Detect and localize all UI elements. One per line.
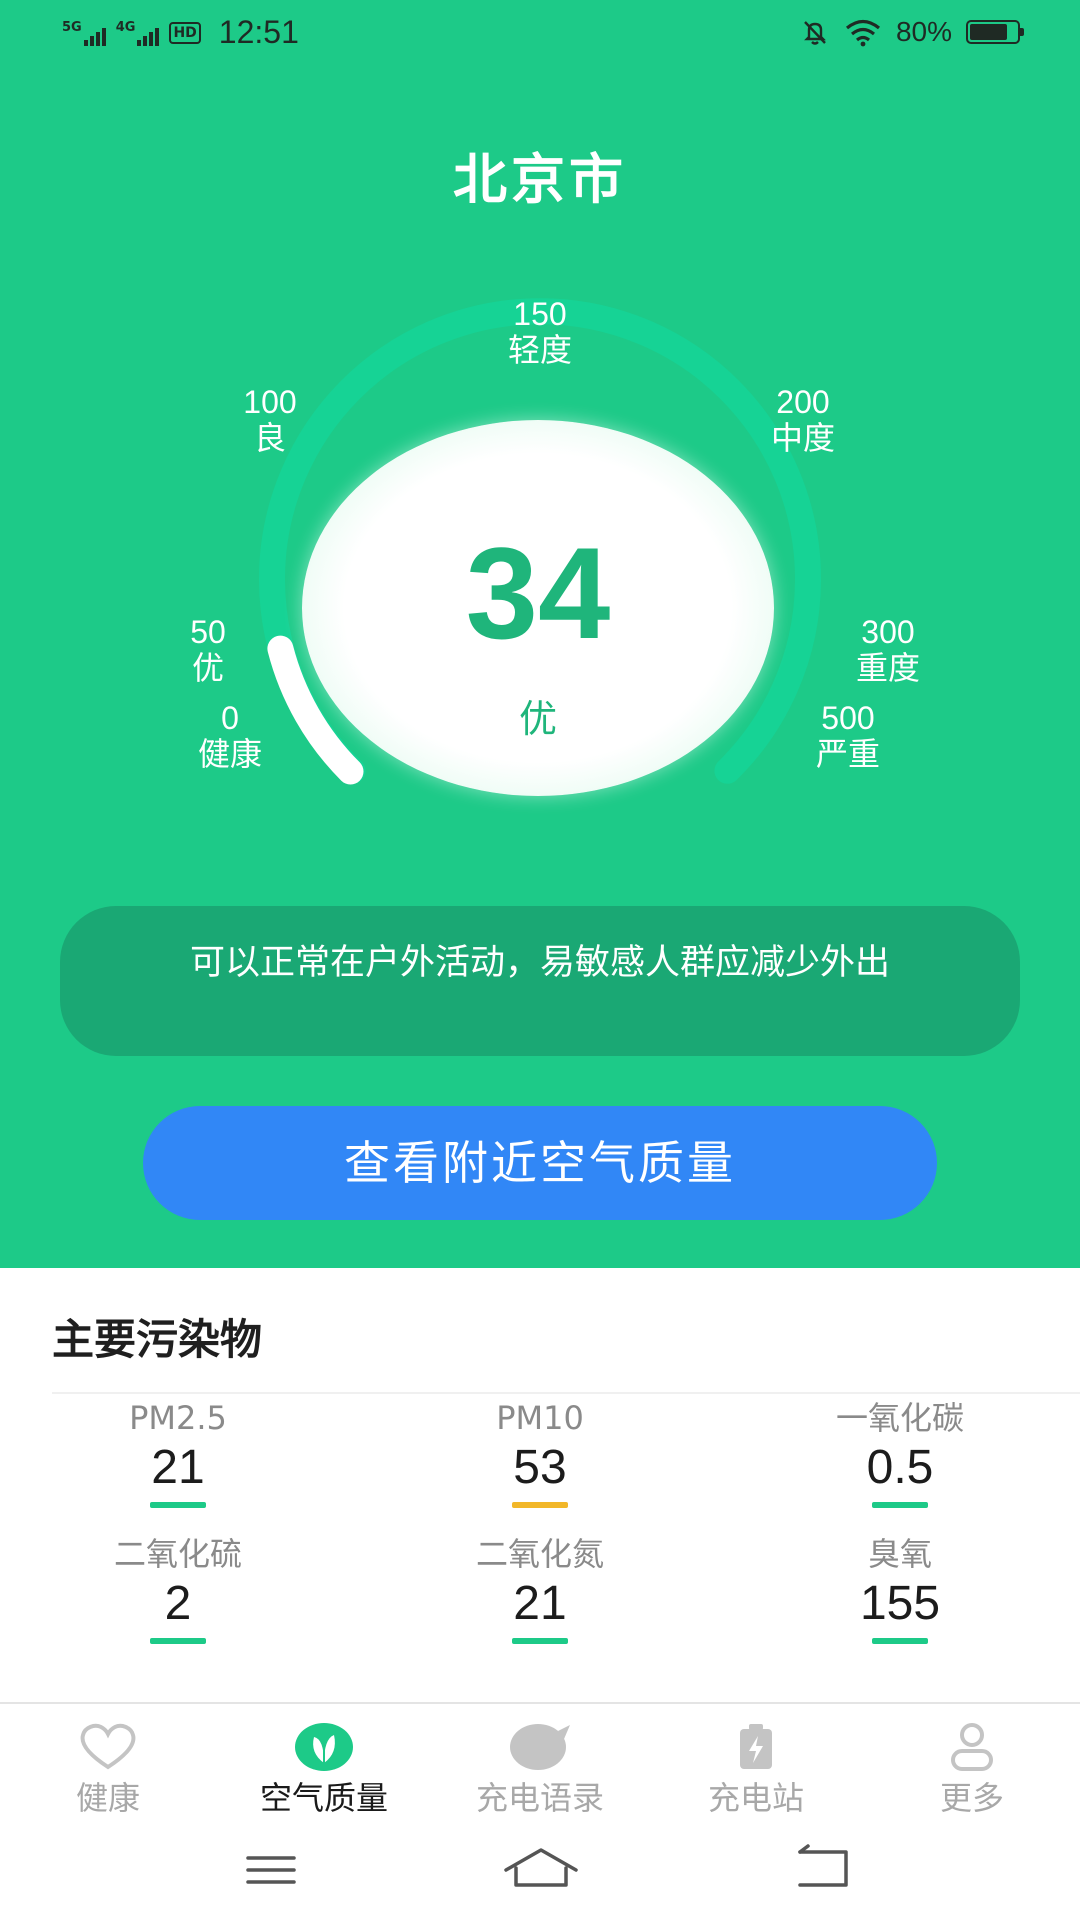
pollutant-pm25: PM2.5 21	[28, 1398, 328, 1508]
tab-charging-quotes[interactable]: 充电语录	[450, 1718, 630, 1818]
divider	[52, 1392, 1080, 1394]
view-nearby-air-quality-button[interactable]: 查看附近空气质量	[143, 1106, 937, 1220]
pollutant-name: 臭氧	[867, 1535, 932, 1573]
pollutant-value: 21	[513, 1577, 567, 1630]
pollutant-o3: 臭氧 155	[750, 1534, 1050, 1644]
pollutant-bar	[150, 1638, 206, 1644]
home-icon[interactable]	[504, 1848, 578, 1887]
back-icon[interactable]	[798, 1844, 848, 1887]
pollutant-bar	[872, 1502, 928, 1508]
pollutant-so2: 二氧化硫 2	[28, 1534, 328, 1644]
tab-more[interactable]: 更多	[882, 1718, 1062, 1818]
gauge-tick-200: 200 中度	[770, 384, 835, 456]
gauge-tick-500: 500 严重	[815, 700, 880, 772]
pollutant-bar	[512, 1502, 568, 1508]
pollutant-co: 一氧化碳 0.5	[750, 1398, 1050, 1508]
menu-icon[interactable]	[246, 1856, 296, 1884]
gauge-tick-150: 150 轻度	[507, 296, 572, 368]
user-icon	[951, 1723, 993, 1771]
health-advice: 可以正常在户外活动，易敏感人群应减少外出	[60, 906, 1020, 1056]
gauge-tick-300: 300 重度	[855, 614, 920, 686]
tab-health[interactable]: 健康	[18, 1718, 198, 1818]
tab-label: 健康	[75, 1779, 140, 1817]
pollutant-value: 2	[164, 1577, 192, 1630]
gauge-tick-0: 0 健康	[197, 700, 262, 772]
leaf-icon	[295, 1723, 353, 1771]
pollutant-value: 0.5	[866, 1441, 934, 1494]
pollutant-bar	[150, 1502, 206, 1508]
heart-icon	[80, 1723, 136, 1770]
tabbar-divider	[0, 1702, 1080, 1704]
pollutant-name: PM2.5	[129, 1399, 227, 1437]
pollutant-name: 二氧化氮	[475, 1535, 604, 1573]
tab-label: 更多	[939, 1779, 1004, 1817]
pollutant-pm10: PM10 53	[390, 1398, 690, 1508]
tab-charging-station[interactable]: 充电站	[666, 1718, 846, 1818]
aqi-value: 34	[465, 520, 611, 666]
pollutant-name: PM10	[496, 1399, 584, 1437]
pollutant-bar	[872, 1638, 928, 1644]
pollutant-value: 21	[151, 1441, 205, 1494]
pollutant-value: 155	[859, 1577, 941, 1630]
tab-label: 充电站	[707, 1779, 804, 1817]
pollutant-no2: 二氧化氮 21	[390, 1534, 690, 1644]
gauge-tick-100: 100 良	[243, 384, 297, 456]
tab-label: 充电语录	[475, 1779, 604, 1817]
system-nav-bar	[0, 1830, 1080, 1920]
pollutant-bar	[512, 1638, 568, 1644]
pollutant-name: 二氧化硫	[113, 1535, 242, 1573]
chat-bubble-icon	[510, 1724, 570, 1770]
gauge-tick-50: 50 优	[190, 614, 226, 686]
aqi-level: 优	[518, 697, 557, 741]
pollutant-value: 53	[513, 1441, 567, 1494]
tab-air-quality[interactable]: 空气质量	[234, 1718, 414, 1818]
tab-label: 空气质量	[259, 1779, 388, 1817]
pollutant-name: 一氧化碳	[835, 1399, 964, 1437]
battery-charge-icon	[740, 1724, 772, 1769]
pollutants-title: 主要污染物	[52, 1315, 263, 1364]
